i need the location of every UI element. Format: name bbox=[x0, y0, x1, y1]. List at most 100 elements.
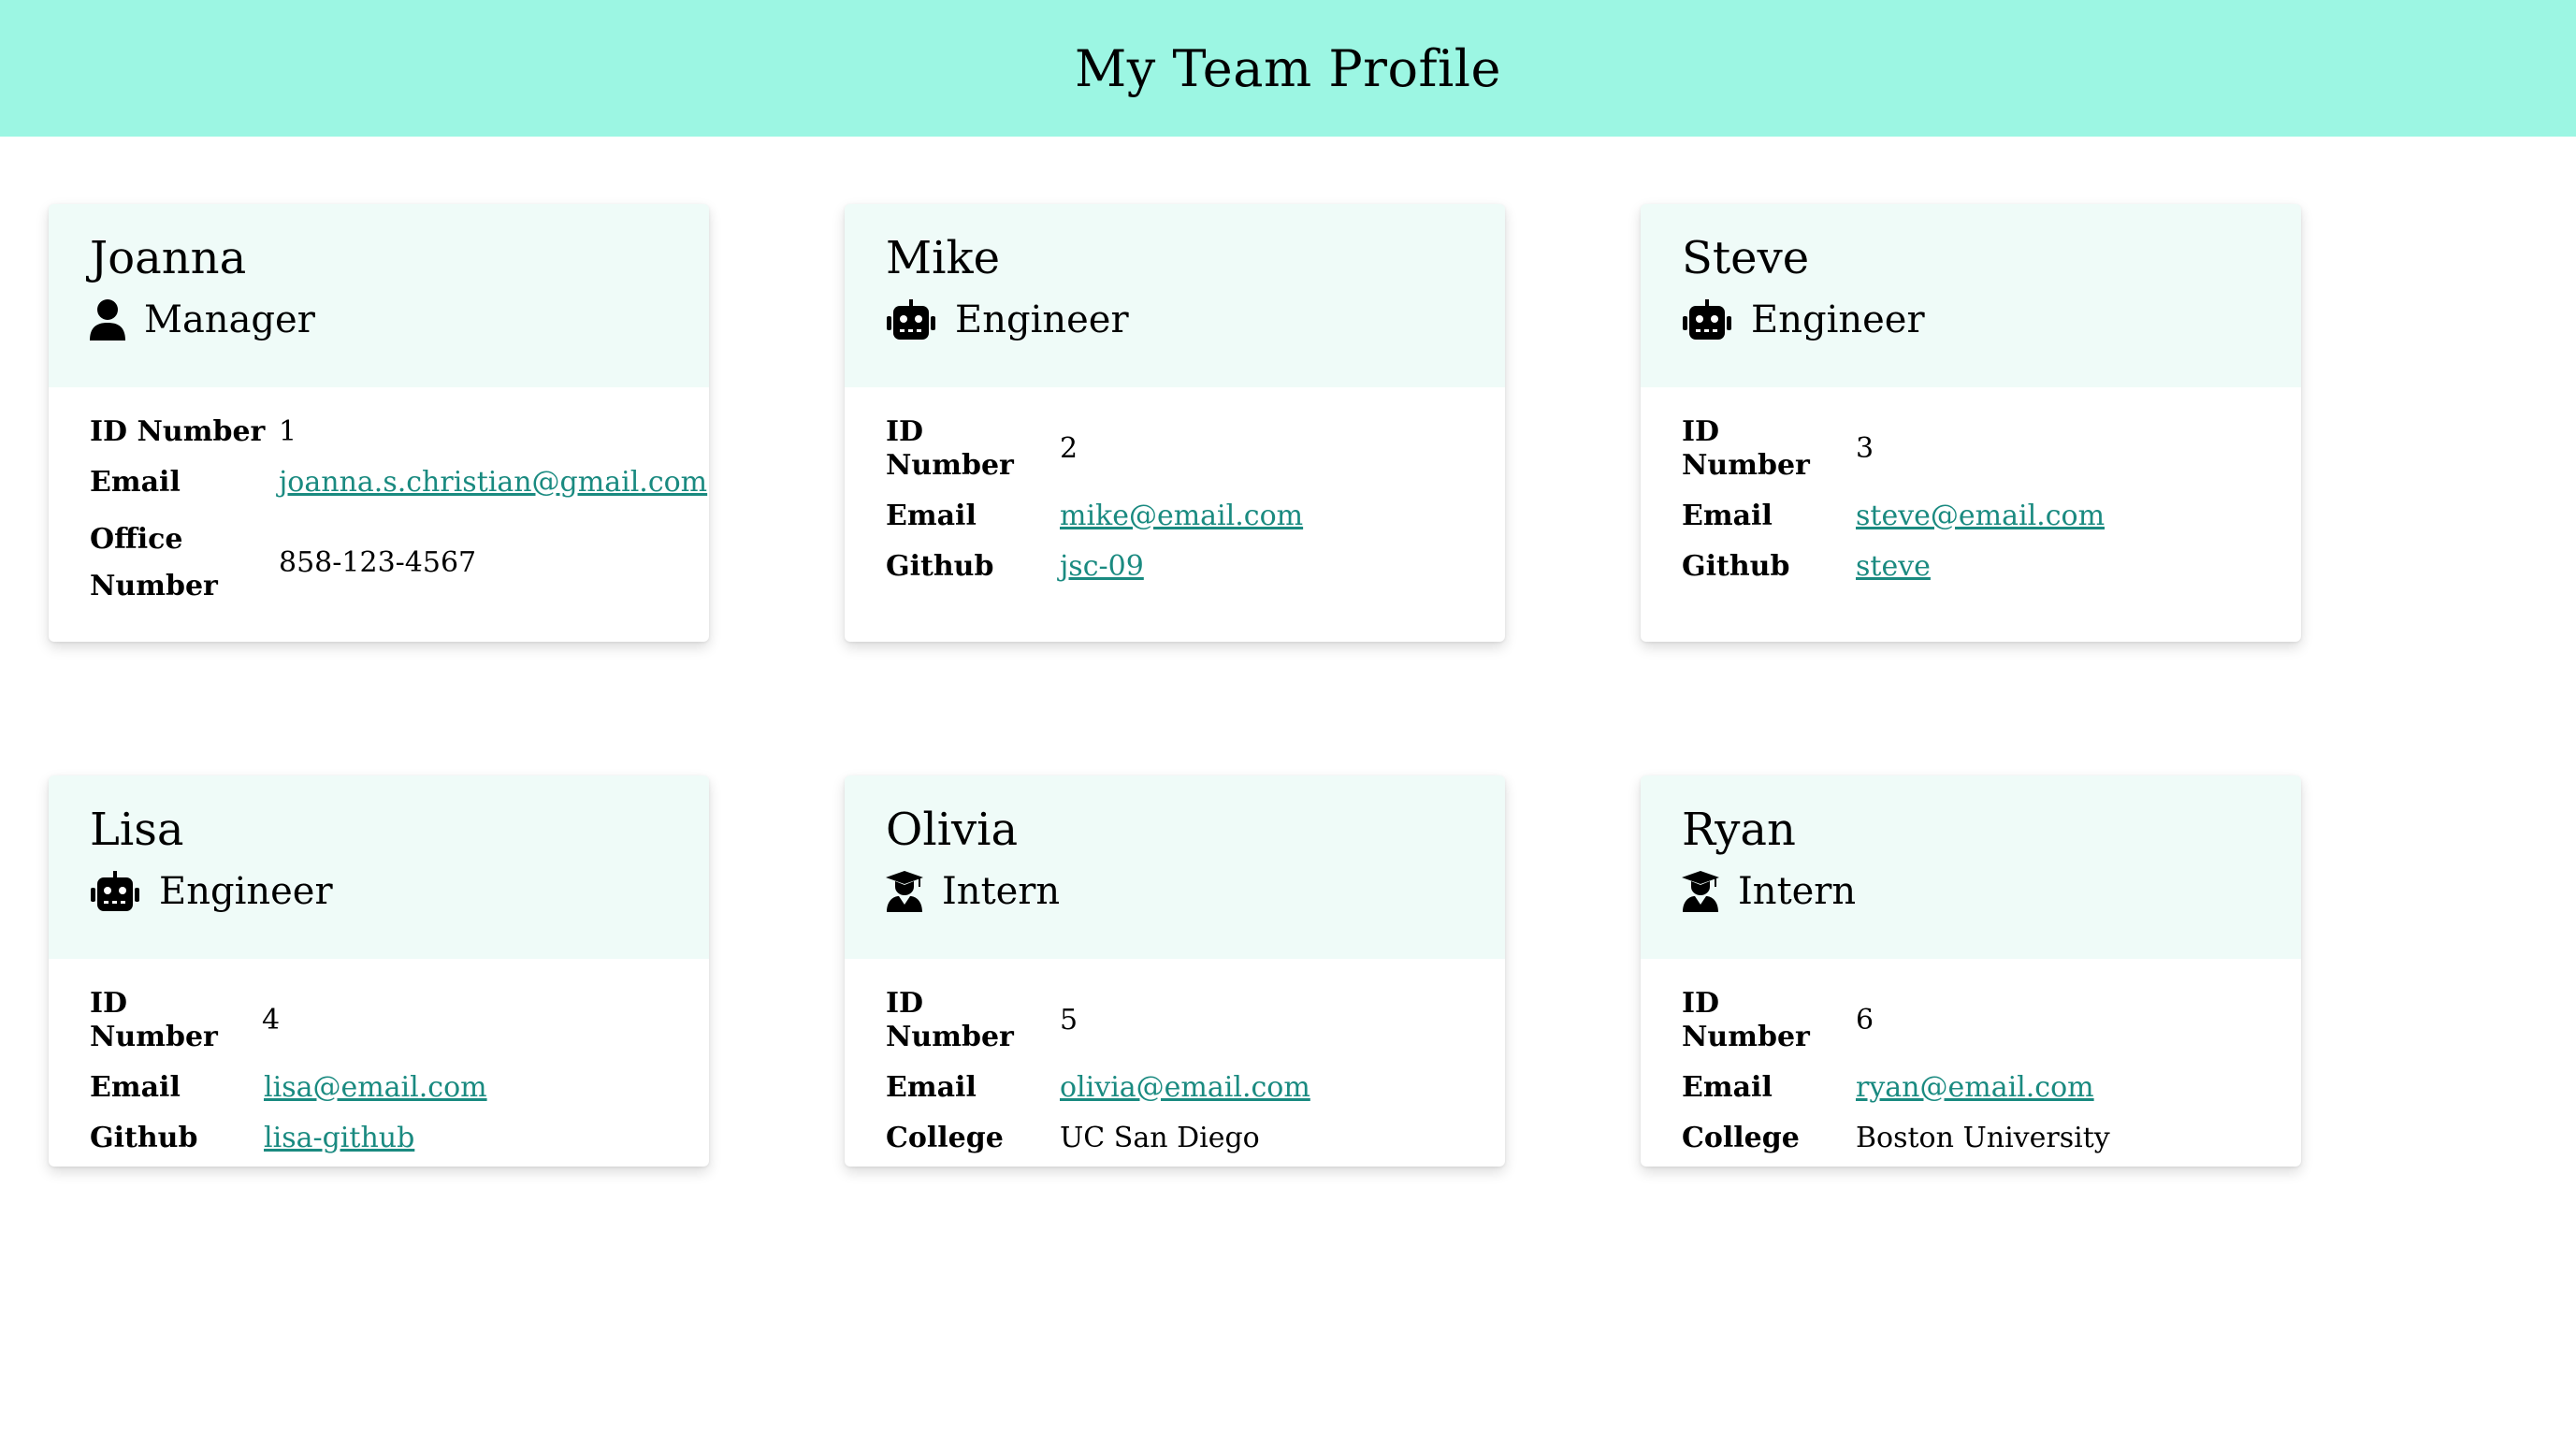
email-link[interactable]: olivia@email.com bbox=[1060, 1071, 1310, 1105]
email-label: Email bbox=[1682, 1071, 1773, 1104]
employee-name: Ryan bbox=[1682, 804, 1796, 856]
email-link[interactable]: joanna.s.christian@gmail.com bbox=[279, 466, 707, 500]
id-label: ID Number bbox=[90, 987, 218, 1053]
id-value: 1 bbox=[279, 415, 297, 448]
employee-role: Engineer bbox=[90, 865, 668, 918]
email-row: Email ryan@email.com bbox=[1682, 1071, 2260, 1105]
id-row: ID Number 4 bbox=[90, 987, 668, 1054]
github-row: Github steve bbox=[1682, 550, 2260, 584]
employee-card-lisa: Lisa Engineer ID Number 4 Email lisa@ema… bbox=[49, 775, 709, 1167]
employee-name: Lisa bbox=[90, 804, 184, 856]
email-row: Email joanna.s.christian@gmail.com bbox=[90, 466, 707, 500]
college-row: College Boston University bbox=[1682, 1122, 2260, 1155]
user-icon bbox=[90, 299, 125, 341]
id-value: 3 bbox=[1856, 432, 1874, 465]
email-link[interactable]: lisa@email.com bbox=[264, 1071, 487, 1105]
role-label: Intern bbox=[942, 870, 1061, 913]
id-label: ID Number bbox=[1682, 987, 1810, 1053]
id-label: ID Number bbox=[1682, 415, 1810, 482]
employee-role: Engineer bbox=[1682, 294, 2260, 346]
card-header: Steve Engineer bbox=[1641, 204, 2301, 387]
github-link[interactable]: steve bbox=[1856, 550, 1931, 584]
role-label: Intern bbox=[1738, 870, 1857, 913]
office-label-line2: Number bbox=[90, 570, 218, 602]
card-header: Joanna Manager bbox=[49, 204, 709, 387]
office-label-line1: Office bbox=[90, 523, 183, 556]
card-body: ID Number 3 Email steve@email.com Github… bbox=[1641, 387, 2301, 616]
employee-card-mike: Mike Engineer ID Number 2 Email mike@ema… bbox=[845, 204, 1505, 642]
card-body: ID Number 4 Email lisa@email.com Github … bbox=[49, 959, 709, 1167]
office-value: 858-123-4567 bbox=[279, 546, 477, 579]
employee-name: Mike bbox=[886, 232, 1000, 284]
id-value: 5 bbox=[1060, 1004, 1078, 1036]
robot-icon bbox=[90, 871, 140, 912]
graduate-icon bbox=[886, 871, 923, 912]
email-label: Email bbox=[886, 500, 977, 532]
employee-card-steve: Steve Engineer ID Number 3 Email steve@e… bbox=[1641, 204, 2301, 642]
id-row: ID Number 2 bbox=[886, 415, 1464, 483]
employee-role: Intern bbox=[886, 865, 1464, 918]
github-link[interactable]: lisa-github bbox=[264, 1122, 414, 1155]
role-label: Engineer bbox=[955, 298, 1129, 341]
office-label: Office Number bbox=[90, 516, 279, 610]
email-row: Email steve@email.com bbox=[1682, 500, 2260, 533]
github-row: Github jsc-09 bbox=[886, 550, 1464, 584]
college-value: Boston University bbox=[1856, 1122, 2110, 1154]
email-row: Email olivia@email.com bbox=[886, 1071, 1464, 1105]
card-header: Lisa Engineer bbox=[49, 775, 709, 959]
id-label: ID Number bbox=[90, 415, 266, 448]
email-link[interactable]: steve@email.com bbox=[1856, 500, 2105, 533]
id-value: 6 bbox=[1856, 1004, 1874, 1036]
page-title: My Team Profile bbox=[1075, 38, 1501, 98]
employee-role: Intern bbox=[1682, 865, 2260, 918]
role-label: Engineer bbox=[159, 870, 333, 913]
card-header: Ryan Intern bbox=[1641, 775, 2301, 959]
card-body: ID Number 6 Email ryan@email.com College… bbox=[1641, 959, 2301, 1167]
id-row: ID Number 5 bbox=[886, 987, 1464, 1054]
id-value: 4 bbox=[262, 1004, 281, 1036]
card-header: Olivia Intern bbox=[845, 775, 1505, 959]
college-label: College bbox=[886, 1122, 1004, 1154]
email-link[interactable]: ryan@email.com bbox=[1856, 1071, 2094, 1105]
id-row: ID Number 3 bbox=[1682, 415, 2260, 483]
role-label: Manager bbox=[144, 298, 315, 341]
email-row: Email lisa@email.com bbox=[90, 1071, 668, 1105]
github-label: Github bbox=[90, 1122, 198, 1154]
email-label: Email bbox=[90, 1071, 181, 1104]
college-row: College UC San Diego bbox=[886, 1122, 1464, 1155]
page-header: My Team Profile bbox=[0, 0, 2576, 137]
id-value: 2 bbox=[1060, 432, 1078, 465]
college-value: UC San Diego bbox=[1060, 1122, 1260, 1154]
card-body: ID Number 5 Email olivia@email.com Colle… bbox=[845, 959, 1505, 1167]
email-label: Email bbox=[1682, 500, 1773, 532]
email-label: Email bbox=[886, 1071, 977, 1104]
robot-icon bbox=[886, 299, 936, 341]
employee-card-joanna: Joanna Manager ID Number 1 Email joanna.… bbox=[49, 204, 709, 642]
email-link[interactable]: mike@email.com bbox=[1060, 500, 1303, 533]
id-label: ID Number bbox=[886, 987, 1014, 1053]
github-label: Github bbox=[1682, 550, 1790, 583]
card-header: Mike Engineer bbox=[845, 204, 1505, 387]
employee-role: Manager bbox=[90, 294, 668, 346]
employee-name: Olivia bbox=[886, 804, 1019, 856]
id-label: ID Number bbox=[886, 415, 1014, 482]
employee-card-ryan: Ryan Intern ID Number 6 Email ryan@email… bbox=[1641, 775, 2301, 1167]
id-row: ID Number 1 bbox=[90, 415, 668, 449]
card-body: ID Number 2 Email mike@email.com Github … bbox=[845, 387, 1505, 616]
employee-name: Steve bbox=[1682, 232, 1810, 284]
role-label: Engineer bbox=[1751, 298, 1925, 341]
college-label: College bbox=[1682, 1122, 1800, 1154]
email-label: Email bbox=[90, 466, 181, 499]
employee-role: Engineer bbox=[886, 294, 1464, 346]
github-label: Github bbox=[886, 550, 994, 583]
card-body: ID Number 1 Email joanna.s.christian@gma… bbox=[49, 387, 709, 642]
github-row: Github lisa-github bbox=[90, 1122, 668, 1155]
employee-card-olivia: Olivia Intern ID Number 5 Email olivia@e… bbox=[845, 775, 1505, 1167]
github-link[interactable]: jsc-09 bbox=[1060, 550, 1144, 584]
robot-icon bbox=[1682, 299, 1732, 341]
office-row: Office Number 858-123-4567 bbox=[90, 516, 668, 610]
id-row: ID Number 6 bbox=[1682, 987, 2260, 1054]
graduate-icon bbox=[1682, 871, 1719, 912]
employee-name: Joanna bbox=[90, 232, 247, 284]
email-row: Email mike@email.com bbox=[886, 500, 1464, 533]
